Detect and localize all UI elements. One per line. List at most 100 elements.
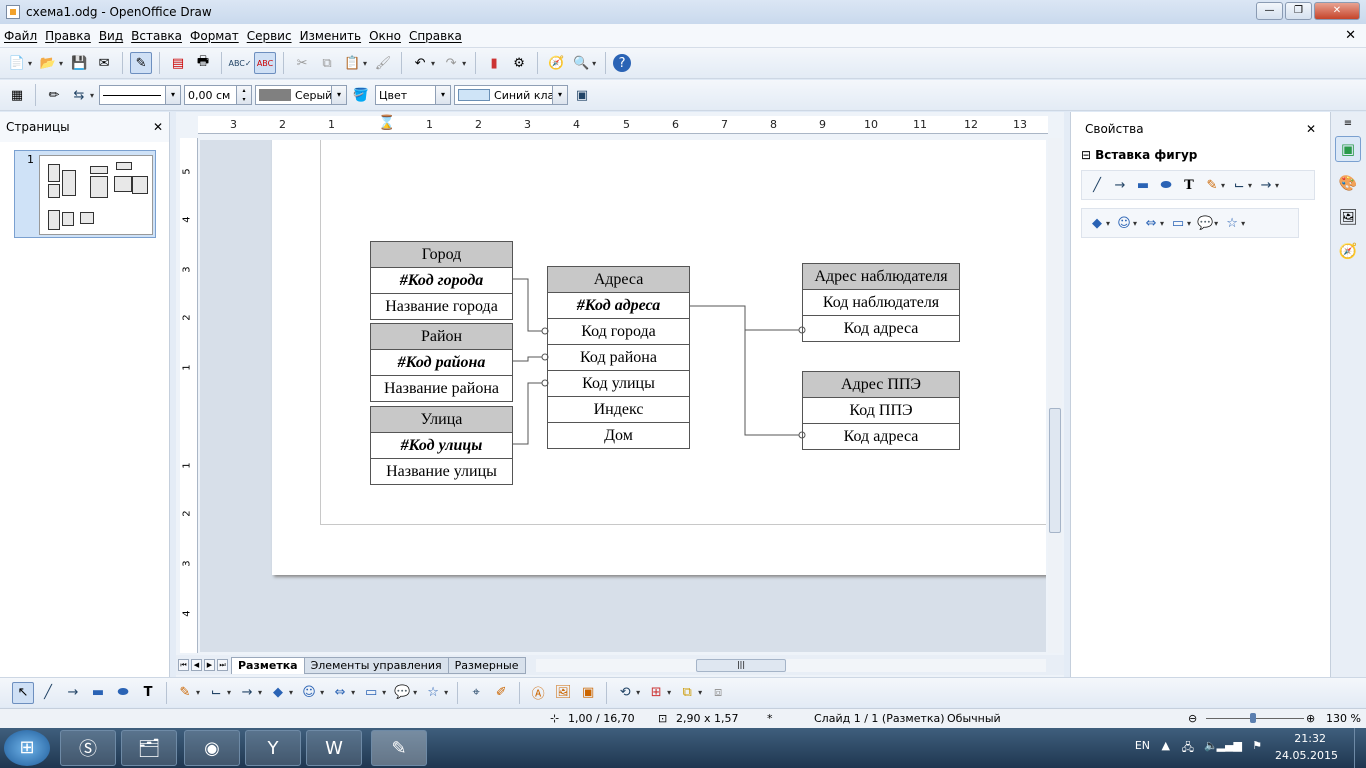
glue-points-icon[interactable]: ✐ — [490, 682, 512, 704]
horizontal-scrollbar[interactable]: ||| — [536, 659, 1046, 672]
tab-layout[interactable]: Разметка — [231, 656, 305, 674]
arrange-icon[interactable]: ⧉ — [676, 682, 698, 704]
block-arrows-draw-icon[interactable]: ⇔ — [329, 682, 351, 704]
rotate-icon[interactable]: ⟲ — [614, 682, 636, 704]
line-draw-icon[interactable]: ╱ — [37, 682, 59, 704]
chart-icon[interactable]: ▮ — [483, 52, 505, 74]
sidebar-menu-icon[interactable]: ≡ — [1335, 116, 1361, 130]
properties-deck-icon[interactable]: ▣ — [1335, 136, 1361, 162]
area-color-select[interactable]: Синий кла ▾ — [454, 85, 569, 105]
zoom-slider-thumb[interactable] — [1250, 713, 1256, 723]
text-draw-icon[interactable]: T — [137, 682, 159, 704]
select-icon[interactable]: ↖ — [12, 681, 34, 704]
symbol-shapes-draw-icon[interactable]: ☺ — [298, 682, 320, 704]
close-document-icon[interactable]: ✕ — [1345, 28, 1356, 43]
connector-draw-icon[interactable]: ⌙ — [205, 682, 227, 704]
minimize-button[interactable]: — — [1256, 2, 1283, 20]
navigator-deck-icon[interactable]: 🧭 — [1335, 238, 1361, 264]
openoffice-draw-taskbar-icon[interactable]: ✎ — [371, 730, 427, 766]
insert-shapes-section[interactable]: ⊟ Вставка фигур — [1071, 146, 1330, 164]
close-pages-icon[interactable]: ✕ — [153, 120, 163, 134]
help-icon[interactable]: ? — [613, 54, 632, 72]
block-arrows-icon[interactable]: ⇔ — [1140, 212, 1162, 234]
spellcheck-icon[interactable]: ABC✓ — [228, 52, 251, 74]
points-icon[interactable]: ⌖ — [465, 682, 487, 704]
callouts-draw-icon[interactable]: 💬 — [391, 682, 413, 704]
clock-time[interactable]: 21:32 — [1294, 732, 1326, 745]
line-tool-icon[interactable]: ╱ — [1086, 174, 1108, 196]
text-tool-icon[interactable]: T — [1178, 174, 1200, 196]
callouts-icon[interactable]: 💬 — [1194, 212, 1216, 234]
explorer-icon[interactable]: 🗂 — [121, 730, 177, 766]
start-button[interactable]: ⊞ — [4, 730, 50, 766]
entity-gorod[interactable]: Город #Код города Название города — [370, 241, 513, 320]
gallery-icon[interactable]: ▣ — [577, 682, 599, 704]
navigator-icon[interactable]: 🧭 — [545, 52, 567, 74]
edit-mode-icon[interactable]: ✎ — [130, 52, 153, 74]
entity-adresa[interactable]: Адреса #Код адреса Код города Код района… — [547, 266, 690, 449]
zoom-level[interactable]: 130 % — [1326, 712, 1361, 725]
skype-icon[interactable]: Ⓢ — [60, 730, 116, 766]
styles-icon[interactable]: ▦ — [6, 84, 28, 106]
curve-tool-icon[interactable]: ✎ — [1201, 174, 1223, 196]
basic-shapes-icon[interactable]: ◆ — [1086, 212, 1108, 234]
menu-window[interactable]: Окно — [369, 29, 401, 43]
line-icon[interactable]: ✏ — [43, 84, 65, 106]
styles-deck-icon[interactable]: 🖼 — [1335, 204, 1361, 230]
signal-icon[interactable]: ▂▄▆ — [1217, 739, 1242, 752]
export-pdf-icon[interactable]: ▤ — [167, 52, 189, 74]
close-properties-icon[interactable]: ✕ — [1306, 122, 1316, 136]
canvas[interactable]: Город #Код города Название города Район … — [200, 140, 1046, 652]
arrow-tool-icon[interactable]: → — [1109, 174, 1131, 196]
tab-controls[interactable]: Элементы управления — [303, 656, 449, 674]
chrome-icon[interactable]: ◉ — [184, 730, 240, 766]
line-style-select[interactable]: ▾ — [99, 85, 182, 105]
curve-draw-icon[interactable]: ✎ — [174, 682, 196, 704]
stars-icon[interactable]: ☆ — [1221, 212, 1243, 234]
undo-icon[interactable]: ↶ — [409, 52, 431, 74]
menu-modify[interactable]: Изменить — [300, 29, 362, 43]
flowchart-icon[interactable]: ▭ — [1167, 212, 1189, 234]
line-width-field[interactable]: 0,00 см ▴ ▾ — [184, 85, 253, 105]
clock-date[interactable]: 24.05.2015 — [1275, 749, 1338, 762]
maximize-button[interactable]: ❐ — [1285, 2, 1312, 20]
entity-ulica[interactable]: Улица #Код улицы Название улицы — [370, 406, 513, 485]
rectangle-draw-icon[interactable]: ▬ — [87, 682, 109, 704]
menu-view[interactable]: Вид — [99, 29, 123, 43]
basic-shapes-draw-icon[interactable]: ◆ — [267, 682, 289, 704]
close-button[interactable]: ✕ — [1314, 2, 1360, 20]
open-icon[interactable]: 📂 — [37, 52, 59, 74]
save-icon[interactable]: 💾 — [68, 52, 90, 74]
flowchart-draw-icon[interactable]: ▭ — [360, 682, 382, 704]
symbol-shapes-icon[interactable]: ☺ — [1113, 212, 1135, 234]
yandex-browser-icon[interactable]: Y — [245, 730, 301, 766]
paste-icon[interactable]: 📋 — [341, 52, 363, 74]
redo-icon[interactable]: ↷ — [440, 52, 462, 74]
entity-adres-nabl[interactable]: Адрес наблюдателя Код наблюдателя Код ад… — [802, 263, 960, 342]
vertical-scrollbar[interactable] — [1048, 138, 1062, 653]
menu-format[interactable]: Формат — [190, 29, 239, 43]
tab-dimensions[interactable]: Размерные — [447, 656, 526, 674]
zoom-out-icon[interactable]: ⊖ — [1188, 712, 1197, 725]
vertical-ruler[interactable]: 5 4 3 2 1 1 2 3 4 — [180, 138, 198, 653]
word-icon[interactable]: W — [306, 730, 362, 766]
last-tab-icon[interactable]: ⏭ — [217, 659, 228, 671]
lines-arrows-icon[interactable]: → — [1255, 174, 1277, 196]
ellipse-draw-icon[interactable]: ⬬ — [112, 682, 134, 704]
flag-icon[interactable]: ⚑ — [1252, 739, 1262, 752]
entity-raion[interactable]: Район #Код района Название района — [370, 323, 513, 402]
extrusion-icon[interactable]: ⧈ — [707, 682, 729, 704]
area-style-select[interactable]: Цвет ▾ — [375, 85, 452, 105]
lines-arrows-draw-icon[interactable]: → — [236, 682, 258, 704]
network-icon[interactable]: 🖧 — [1182, 739, 1194, 758]
arrow-draw-icon[interactable]: → — [62, 682, 84, 704]
align-icon[interactable]: ⊞ — [645, 682, 667, 704]
slide-page[interactable]: Город #Код города Название города Район … — [272, 140, 1046, 575]
prev-tab-icon[interactable]: ◀ — [191, 659, 202, 671]
autospellcheck-icon[interactable]: ABC — [254, 52, 277, 74]
line-color-select[interactable]: Серый ▾ — [255, 85, 348, 105]
menu-tools[interactable]: Сервис — [247, 29, 292, 43]
copy-icon[interactable]: ⧉ — [316, 52, 338, 74]
ellipse-tool-icon[interactable]: ⬬ — [1155, 174, 1177, 196]
arrow-style-icon[interactable]: ⇆ — [68, 84, 90, 106]
